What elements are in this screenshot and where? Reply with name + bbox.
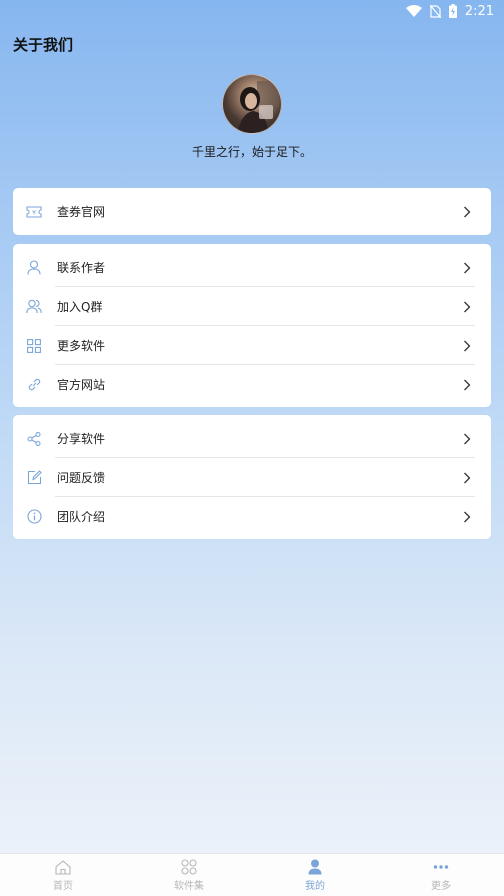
tab-label: 软件集 <box>174 881 204 892</box>
menu-item-feedback[interactable]: 问题反馈 <box>13 458 491 497</box>
tab-more[interactable]: 更多 <box>378 854 504 896</box>
menu-item-more-software[interactable]: 更多软件 <box>13 326 491 365</box>
svg-text:¥: ¥ <box>32 209 36 216</box>
info-icon <box>26 509 42 525</box>
chevron-right-icon <box>463 301 471 313</box>
menu-card-2: 联系作者 加入Q群 更多软件 官方网站 <box>13 244 491 407</box>
chevron-right-icon <box>463 206 471 218</box>
chevron-right-icon <box>463 511 471 523</box>
home-icon <box>55 858 71 876</box>
menu-item-join-qq-group[interactable]: 加入Q群 <box>13 287 491 326</box>
menu-item-share-software[interactable]: 分享软件 <box>13 419 491 458</box>
chevron-right-icon <box>463 340 471 352</box>
link-icon <box>26 377 42 393</box>
menu-item-coupon-site[interactable]: ¥ 查券官网 <box>13 192 491 231</box>
chevron-right-icon <box>463 262 471 274</box>
more-icon <box>433 858 449 876</box>
person-icon <box>26 260 42 276</box>
tab-label: 我的 <box>305 881 325 892</box>
chevron-right-icon <box>463 472 471 484</box>
menu-item-contact-author[interactable]: 联系作者 <box>13 248 491 287</box>
tab-label: 首页 <box>53 881 73 892</box>
tab-label: 更多 <box>431 881 451 892</box>
menu-item-label: 更多软件 <box>57 339 106 353</box>
bottom-tab-bar: 首页 软件集 我的 更多 <box>0 853 504 896</box>
menu-item-team-intro[interactable]: 团队介绍 <box>13 497 491 536</box>
edit-icon <box>26 470 42 486</box>
status-bar: 2:21 <box>0 0 504 22</box>
user-icon <box>308 858 322 876</box>
share-icon <box>26 431 42 447</box>
tab-home[interactable]: 首页 <box>0 854 126 896</box>
page-title: 关于我们 <box>13 36 74 54</box>
battery-charging-icon <box>448 4 457 18</box>
avatar[interactable] <box>222 74 282 134</box>
ticket-icon: ¥ <box>26 204 42 220</box>
chevron-right-icon <box>463 379 471 391</box>
grid-icon <box>26 338 42 354</box>
menu-item-label: 联系作者 <box>57 261 106 275</box>
menu-card-3: 分享软件 问题反馈 团队介绍 <box>13 415 491 539</box>
menu-item-label: 查券官网 <box>57 205 106 219</box>
tab-mine[interactable]: 我的 <box>252 854 378 896</box>
menu-item-label: 问题反馈 <box>57 471 106 485</box>
wifi-icon <box>405 5 422 17</box>
chevron-right-icon <box>463 433 471 445</box>
status-time: 2:21 <box>464 3 494 19</box>
menu-item-label: 官方网站 <box>57 378 106 392</box>
tab-software-collection[interactable]: 软件集 <box>126 854 252 896</box>
menu-item-label: 团队介绍 <box>57 510 106 524</box>
menu-item-label: 分享软件 <box>57 432 106 446</box>
menu-card-1: ¥ 查券官网 <box>13 188 491 235</box>
group-icon <box>26 299 42 315</box>
profile-motto: 千里之行，始于足下。 <box>191 145 312 159</box>
menu-item-label: 加入Q群 <box>57 300 103 314</box>
menu-item-official-website[interactable]: 官方网站 <box>13 365 491 404</box>
apps-icon <box>181 858 197 876</box>
no-sim-icon <box>429 4 441 18</box>
